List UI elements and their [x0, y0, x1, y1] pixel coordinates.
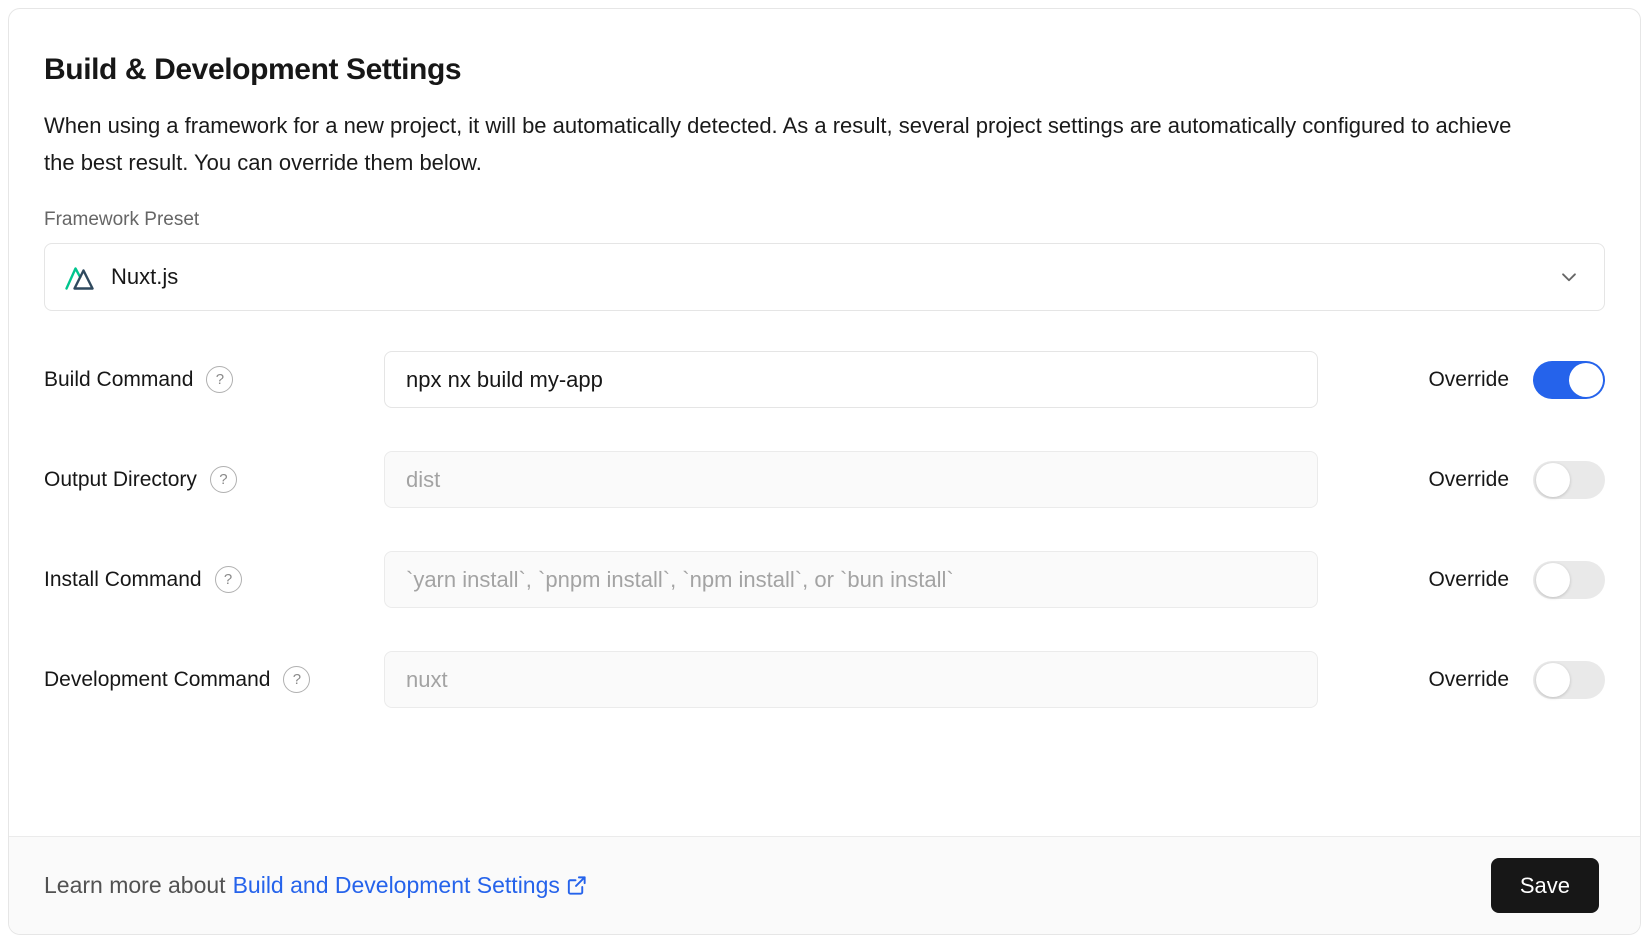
development-command-override-toggle[interactable]: [1533, 661, 1605, 699]
build-command-input[interactable]: [384, 351, 1318, 408]
toggle-knob: [1569, 363, 1603, 397]
install-command-label-group: Install Command ?: [44, 566, 384, 593]
build-dev-settings-card: Build & Development Settings When using …: [8, 8, 1641, 935]
output-directory-label: Output Directory: [44, 468, 197, 492]
output-directory-override: Override: [1428, 461, 1605, 499]
development-command-label-group: Development Command ?: [44, 666, 384, 693]
output-directory-override-toggle[interactable]: [1533, 461, 1605, 499]
development-command-row: Development Command ? Override: [44, 651, 1605, 708]
framework-preset-selected: Nuxt.js: [65, 263, 178, 291]
override-label: Override: [1428, 468, 1509, 492]
output-directory-input[interactable]: [384, 451, 1318, 508]
toggle-knob: [1536, 563, 1570, 597]
override-label: Override: [1428, 368, 1509, 392]
build-command-override: Override: [1428, 361, 1605, 399]
toggle-knob: [1536, 663, 1570, 697]
nuxt-logo-icon: [65, 263, 97, 291]
output-directory-row: Output Directory ? Override: [44, 451, 1605, 508]
external-link-icon: [565, 874, 588, 897]
install-command-override: Override: [1428, 561, 1605, 599]
development-command-label: Development Command: [44, 668, 270, 692]
page-title: Build & Development Settings: [44, 53, 1605, 87]
settings-rows: Build Command ? Override Output Director…: [44, 351, 1605, 708]
toggle-knob: [1536, 463, 1570, 497]
build-command-label: Build Command: [44, 368, 193, 392]
build-command-label-group: Build Command ?: [44, 366, 384, 393]
learn-more-prefix: Learn more about: [44, 872, 226, 899]
build-dev-settings-doc-link[interactable]: Build and Development Settings: [233, 872, 588, 899]
framework-preset-value: Nuxt.js: [111, 264, 178, 290]
development-command-override: Override: [1428, 661, 1605, 699]
question-mark-circle-icon[interactable]: ?: [210, 466, 237, 493]
build-command-override-toggle[interactable]: [1533, 361, 1605, 399]
development-command-input[interactable]: [384, 651, 1318, 708]
save-button[interactable]: Save: [1491, 858, 1599, 913]
question-mark-circle-icon[interactable]: ?: [215, 566, 242, 593]
install-command-label: Install Command: [44, 568, 202, 592]
build-command-row: Build Command ? Override: [44, 351, 1605, 408]
override-label: Override: [1428, 568, 1509, 592]
framework-preset-select[interactable]: Nuxt.js: [44, 243, 1605, 311]
output-directory-label-group: Output Directory ?: [44, 466, 384, 493]
chevron-down-icon: [1556, 264, 1582, 290]
settings-description: When using a framework for a new project…: [44, 107, 1519, 181]
override-label: Override: [1428, 668, 1509, 692]
install-command-row: Install Command ? Override: [44, 551, 1605, 608]
card-main: Build & Development Settings When using …: [9, 9, 1640, 708]
card-footer: Learn more about Build and Development S…: [9, 836, 1640, 934]
question-mark-circle-icon[interactable]: ?: [283, 666, 310, 693]
framework-preset-label: Framework Preset: [44, 209, 1605, 231]
install-command-input[interactable]: [384, 551, 1318, 608]
learn-more-text: Learn more about Build and Development S…: [44, 872, 588, 899]
install-command-override-toggle[interactable]: [1533, 561, 1605, 599]
learn-more-link-text: Build and Development Settings: [233, 872, 560, 899]
question-mark-circle-icon[interactable]: ?: [206, 366, 233, 393]
